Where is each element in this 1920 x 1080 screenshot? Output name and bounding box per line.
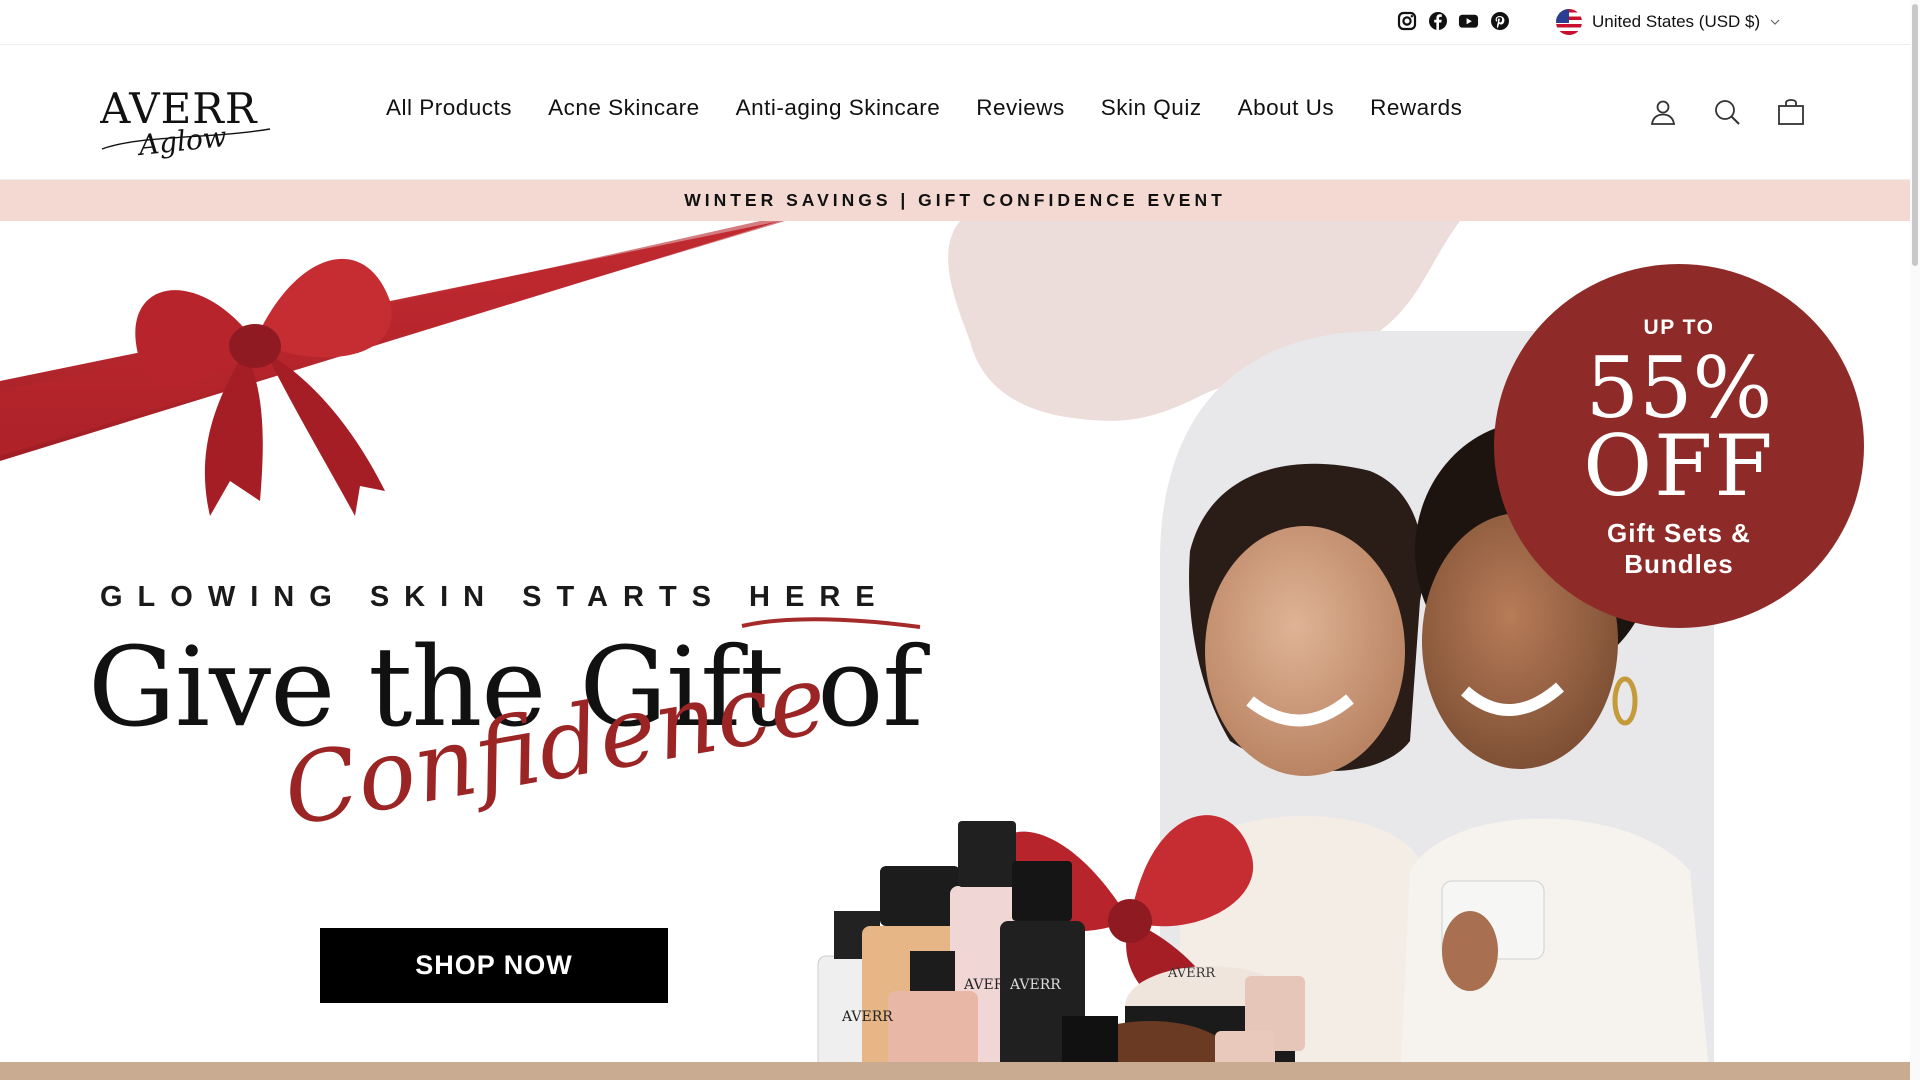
chevron-down-icon: [1770, 19, 1780, 25]
nav-skin-quiz[interactable]: Skin Quiz: [1101, 95, 1202, 121]
account-icon[interactable]: [1648, 97, 1678, 127]
section-divider-strip: [0, 1062, 1910, 1080]
brand-logo[interactable]: AVERR Aglow: [99, 75, 275, 163]
nav-all-products[interactable]: All Products: [386, 95, 512, 121]
badge-subtitle: Gift Sets & Bundles: [1494, 518, 1864, 580]
nav-about-us[interactable]: About Us: [1238, 95, 1335, 121]
instagram-icon[interactable]: [1396, 10, 1417, 31]
youtube-icon[interactable]: [1458, 10, 1479, 31]
nav-reviews[interactable]: Reviews: [976, 95, 1065, 121]
svg-text:AVERR: AVERR: [963, 977, 1015, 993]
badge-subtitle-line2: Bundles: [1624, 549, 1734, 579]
svg-text:AVERR: AVERR: [1009, 977, 1061, 993]
hero-tagline: GLOWING SKIN STARTS HERE: [100, 581, 890, 613]
shop-now-button[interactable]: SHOP NOW: [320, 928, 668, 1003]
country-label: United States (USD $): [1592, 12, 1761, 31]
site-header: AVERR Aglow All Products Acne Skincare A…: [0, 45, 1910, 180]
ribbon-decoration: [0, 221, 785, 461]
badge-upto: UP TO: [1643, 316, 1715, 339]
search-icon[interactable]: [1712, 97, 1742, 127]
country-selector[interactable]: United States (USD $): [1556, 9, 1780, 35]
hero-banner: AVERR AVERR AVERR AVERR GLOWING SKIN STA…: [0, 221, 1910, 1062]
cart-icon[interactable]: [1776, 97, 1806, 127]
badge-off: OFF: [1583, 417, 1775, 515]
pinterest-icon[interactable]: [1489, 10, 1510, 31]
nav-acne-skincare[interactable]: Acne Skincare: [548, 95, 700, 121]
announcement-bar[interactable]: WINTER SAVINGS | GIFT CONFIDENCE EVENT: [0, 180, 1910, 221]
header-actions: [1648, 97, 1806, 127]
announcement-text: WINTER SAVINGS | GIFT CONFIDENCE EVENT: [684, 190, 1226, 210]
svg-text:AVERR: AVERR: [841, 1009, 893, 1025]
badge-subtitle-line1: Gift Sets &: [1607, 518, 1751, 548]
us-flag-icon: [1556, 9, 1582, 35]
page-scrollbar[interactable]: [1910, 0, 1920, 1080]
main-nav: All Products Acne Skincare Anti-aging Sk…: [386, 95, 1462, 121]
utility-bar: United States (USD $): [0, 0, 1910, 45]
svg-text:AVERR: AVERR: [1167, 966, 1216, 981]
discount-badge[interactable]: UP TO 55% OFF Gift Sets & Bundles: [1494, 264, 1864, 628]
social-links: [1396, 10, 1510, 31]
scrollbar-thumb[interactable]: [1912, 4, 1918, 266]
nav-rewards[interactable]: Rewards: [1370, 95, 1462, 121]
nav-anti-aging-skincare[interactable]: Anti-aging Skincare: [736, 95, 941, 121]
facebook-icon[interactable]: [1427, 10, 1448, 31]
